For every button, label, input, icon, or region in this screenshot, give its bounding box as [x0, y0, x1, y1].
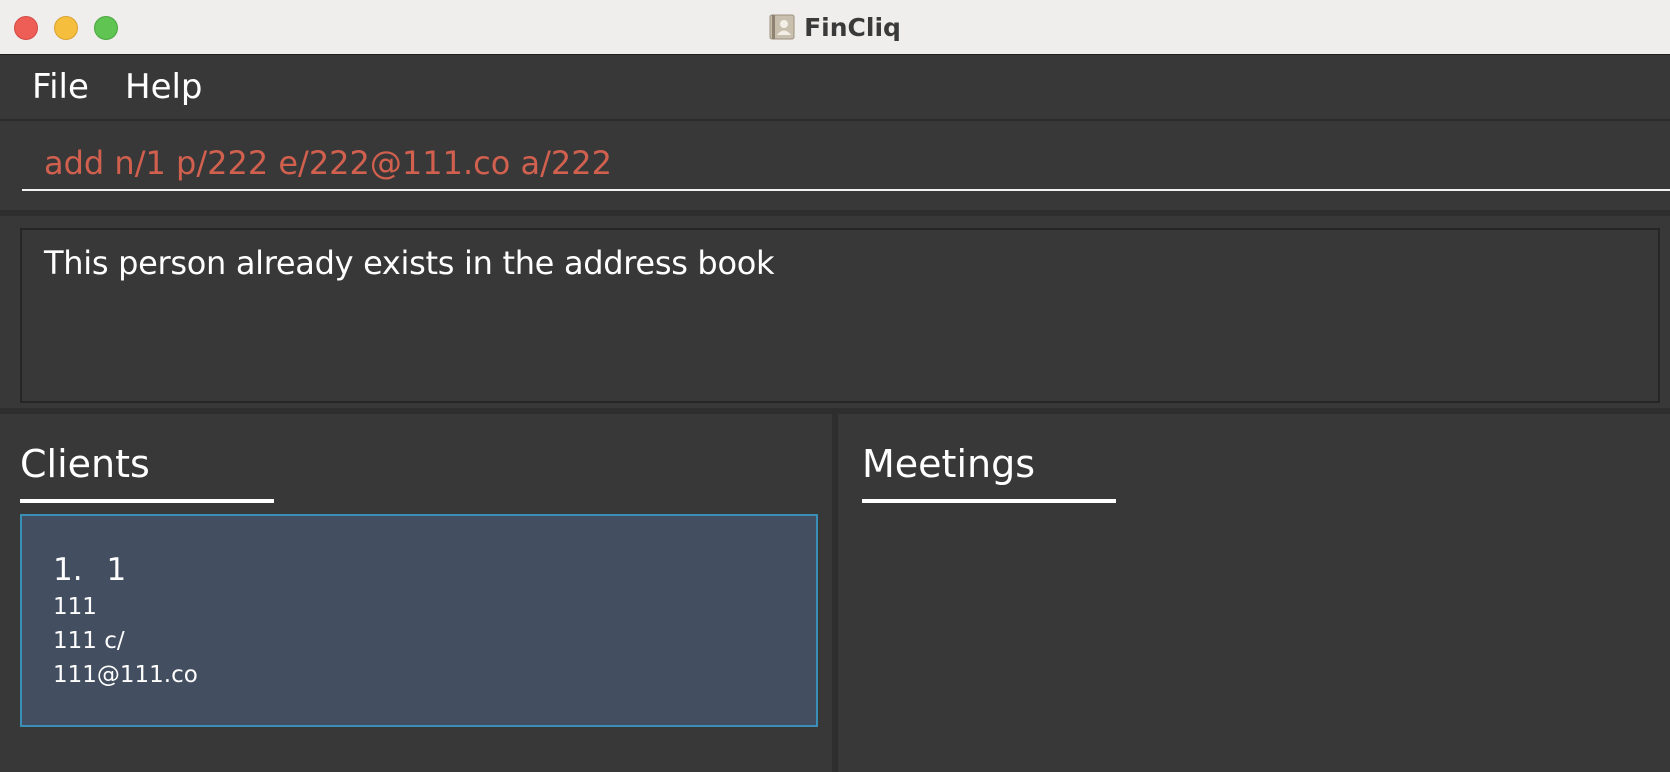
result-message: This person already exists in the addres…	[44, 244, 775, 282]
menu-file[interactable]: File	[32, 67, 89, 107]
window-title: FinCliq	[804, 12, 901, 42]
clients-panel: Clients 1. 1 111 111 c/ 111@111.co	[0, 414, 838, 772]
command-box-area	[0, 121, 1670, 216]
client-address: 111 c/	[53, 628, 125, 654]
address-book-icon	[769, 14, 795, 40]
client-index: 1.	[53, 552, 83, 588]
client-phone: 111	[53, 594, 97, 620]
client-name-row: 1. 1	[53, 552, 126, 588]
result-display-area: This person already exists in the addres…	[0, 216, 1670, 414]
window-title-group: FinCliq	[0, 0, 1670, 54]
clients-heading: Clients	[20, 442, 150, 486]
menu-help[interactable]: Help	[125, 67, 203, 107]
meetings-panel: Meetings	[838, 414, 1670, 772]
app-window: FinCliq File Help This person already ex…	[0, 0, 1670, 772]
meetings-heading: Meetings	[862, 442, 1036, 486]
client-name: 1	[106, 552, 127, 588]
client-list-item[interactable]: 1. 1 111 111 c/ 111@111.co	[20, 514, 818, 727]
meetings-heading-underline	[862, 499, 1116, 503]
menu-bar: File Help	[0, 55, 1670, 121]
clients-heading-underline	[20, 499, 274, 503]
client-email: 111@111.co	[53, 662, 198, 688]
command-input[interactable]	[22, 143, 1670, 191]
title-bar[interactable]: FinCliq	[0, 0, 1670, 55]
result-display[interactable]: This person already exists in the addres…	[20, 228, 1660, 403]
